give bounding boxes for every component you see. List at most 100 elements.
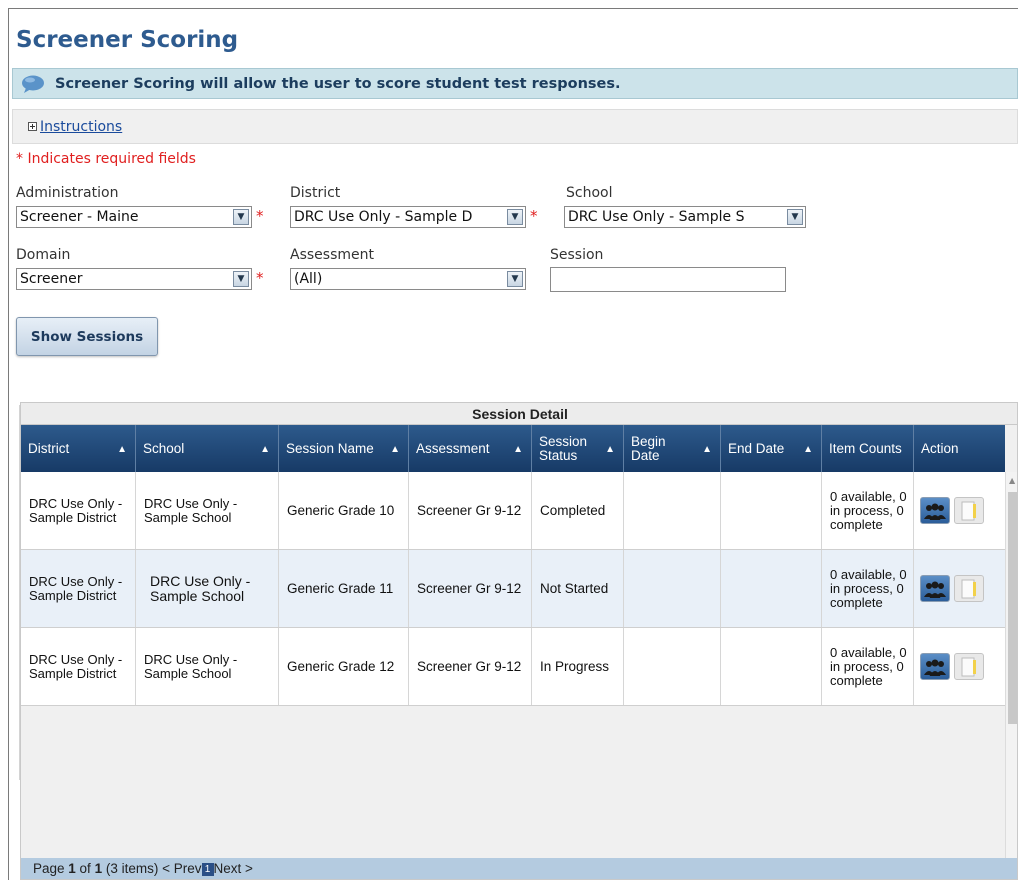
- district-label: District: [290, 185, 341, 201]
- domain-select[interactable]: Screener ▼: [16, 268, 252, 290]
- table-row: DRC Use Only - Sample District DRC Use O…: [21, 628, 1005, 706]
- page-title: Screener Scoring: [16, 27, 239, 53]
- sort-ascending-icon[interactable]: ▲: [803, 443, 813, 457]
- column-header-assessment[interactable]: Assessment ▲: [409, 425, 532, 472]
- people-group-icon: [924, 659, 946, 676]
- cell-district: DRC Use Only - Sample District: [21, 628, 136, 705]
- pager-prefix: Page: [33, 861, 69, 876]
- column-header-session-status[interactable]: Session Status ▲: [532, 425, 624, 472]
- chevron-down-icon[interactable]: ▼: [233, 209, 249, 225]
- prev-link[interactable]: < Prev: [162, 861, 201, 876]
- cell-action: [914, 550, 1005, 627]
- column-label: Begin Date: [631, 433, 666, 463]
- chevron-down-icon[interactable]: ▼: [507, 271, 523, 287]
- cell-session-name: Generic Grade 10: [279, 472, 409, 549]
- school-select[interactable]: DRC Use Only - Sample S ▼: [564, 206, 806, 228]
- cell-end-date: [721, 628, 822, 705]
- score-students-button[interactable]: [920, 653, 950, 680]
- column-label: Action: [921, 440, 959, 456]
- session-detail-grid: Session Detail District ▲ School ▲ Sessi…: [20, 402, 1018, 880]
- column-header-district[interactable]: District ▲: [21, 425, 136, 472]
- administration-value: Screener - Maine: [20, 209, 139, 225]
- sort-ascending-icon[interactable]: ▲: [117, 443, 127, 457]
- pager-current: 1: [68, 861, 76, 876]
- cell-end-date: [721, 472, 822, 549]
- column-header-begin-date[interactable]: Begin Date ▲: [624, 425, 721, 472]
- scrollbar-thumb[interactable]: [1008, 492, 1017, 724]
- cell-school: DRC Use Only - Sample School: [136, 472, 279, 549]
- cell-begin-date: [624, 472, 721, 549]
- sort-ascending-icon[interactable]: ▲: [605, 443, 615, 457]
- chevron-down-icon[interactable]: ▼: [787, 209, 803, 225]
- cell-end-date: [721, 550, 822, 627]
- instructions-link[interactable]: Instructions: [40, 119, 122, 135]
- domain-value: Screener: [20, 271, 83, 287]
- cell-session-name: Generic Grade 12: [279, 628, 409, 705]
- assessment-select[interactable]: (All) ▼: [290, 268, 526, 290]
- cell-status: Completed: [532, 472, 624, 549]
- info-bar: Screener Scoring will allow the user to …: [12, 68, 1018, 99]
- administration-select[interactable]: Screener - Maine ▼: [16, 206, 252, 228]
- cell-action: [914, 472, 1005, 549]
- next-link[interactable]: Next >: [214, 861, 253, 876]
- session-input[interactable]: [550, 267, 786, 292]
- session-label: Session: [550, 247, 604, 263]
- document-pencil-icon: [961, 579, 976, 598]
- cell-item-counts: 0 available, 0 in process, 0 complete: [822, 472, 914, 549]
- required-asterisk: *: [256, 269, 264, 287]
- expand-plus-icon[interactable]: [28, 122, 37, 131]
- column-header-session-name[interactable]: Session Name ▲: [279, 425, 409, 472]
- domain-label: Domain: [16, 247, 71, 263]
- required-fields-note: * Indicates required fields: [16, 151, 196, 167]
- required-asterisk: *: [256, 207, 264, 225]
- cell-begin-date: [624, 628, 721, 705]
- sort-ascending-icon[interactable]: ▲: [260, 443, 270, 457]
- pager-items: (3 items): [102, 861, 163, 876]
- required-asterisk: *: [530, 207, 538, 225]
- report-button[interactable]: [954, 497, 984, 524]
- speech-bubble-icon: [22, 75, 44, 93]
- cell-assessment: Screener Gr 9-12: [409, 550, 532, 627]
- column-header-school[interactable]: School ▲: [136, 425, 279, 472]
- page-number-button[interactable]: 1: [201, 862, 214, 876]
- document-pencil-icon: [961, 501, 976, 520]
- people-group-icon: [924, 503, 946, 520]
- district-select[interactable]: DRC Use Only - Sample D ▼: [290, 206, 526, 228]
- cell-school: DRC Use Only - Sample School: [136, 628, 279, 705]
- cell-assessment: Screener Gr 9-12: [409, 628, 532, 705]
- assessment-label: Assessment: [290, 247, 374, 263]
- cell-assessment: Screener Gr 9-12: [409, 472, 532, 549]
- sort-ascending-icon[interactable]: ▲: [390, 443, 400, 457]
- column-header-item-counts: Item Counts: [822, 425, 914, 472]
- people-group-icon: [924, 581, 946, 598]
- cell-school: DRC Use Only - Sample School: [136, 550, 279, 627]
- cell-begin-date: [624, 550, 721, 627]
- cell-action: [914, 628, 1005, 705]
- cell-district: DRC Use Only - Sample District: [21, 550, 136, 627]
- scroll-up-icon[interactable]: ▲: [1009, 476, 1015, 485]
- pager-of: of: [75, 861, 95, 876]
- cell-status: Not Started: [532, 550, 624, 627]
- chevron-down-icon[interactable]: ▼: [233, 271, 249, 287]
- score-students-button[interactable]: [920, 497, 950, 524]
- column-header-action: Action: [914, 425, 1005, 472]
- grid-scrollbar[interactable]: ▲: [1005, 472, 1017, 860]
- score-students-button[interactable]: [920, 575, 950, 602]
- school-value: DRC Use Only - Sample S: [568, 209, 745, 225]
- cell-status: In Progress: [532, 628, 624, 705]
- column-label: District: [28, 440, 70, 456]
- pager-total: 1: [94, 861, 103, 876]
- grid-header: District ▲ School ▲ Session Name ▲ Asses…: [21, 425, 1005, 472]
- divider: [8, 405, 20, 780]
- sort-ascending-icon[interactable]: ▲: [513, 443, 523, 457]
- chevron-down-icon[interactable]: ▼: [507, 209, 523, 225]
- info-message: Screener Scoring will allow the user to …: [55, 75, 621, 92]
- column-header-end-date[interactable]: End Date ▲: [721, 425, 822, 472]
- report-button[interactable]: [954, 653, 984, 680]
- report-button[interactable]: [954, 575, 984, 602]
- show-sessions-button[interactable]: Show Sessions: [16, 317, 158, 356]
- instructions-bar: Instructions: [12, 109, 1018, 144]
- grid-caption: Session Detail: [21, 403, 1017, 425]
- sort-ascending-icon[interactable]: ▲: [702, 443, 712, 457]
- administration-label: Administration: [16, 185, 119, 201]
